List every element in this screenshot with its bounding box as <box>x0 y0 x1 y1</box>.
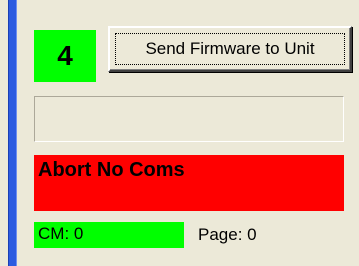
abort-status-text: Abort No Coms <box>38 159 185 181</box>
cm-counter-indicator: CM: 0 <box>34 222 184 248</box>
firmware-panel: 4 Send Firmware to Unit Abort No Coms CM… <box>0 0 359 266</box>
cm-counter-text: CM: 0 <box>38 224 84 243</box>
abort-status-banner: Abort No Coms <box>34 155 344 211</box>
status-message-field <box>34 96 344 142</box>
unit-number-indicator: 4 <box>34 30 96 82</box>
page-counter-label: Page: 0 <box>198 225 257 244</box>
send-firmware-button[interactable]: Send Firmware to Unit <box>108 26 352 72</box>
send-firmware-button-label: Send Firmware to Unit <box>145 39 315 58</box>
unit-number-label: 4 <box>57 40 73 71</box>
left-edge-bar <box>8 0 17 266</box>
